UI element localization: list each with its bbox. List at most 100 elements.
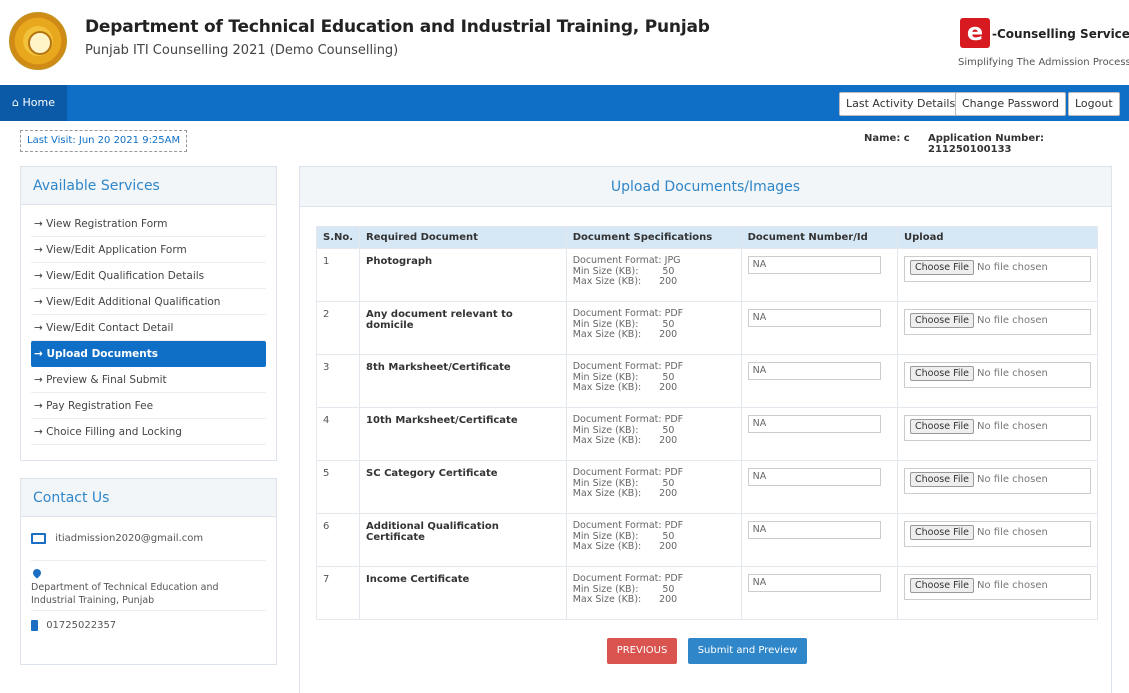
- contact-phone: 01725022357: [46, 620, 117, 631]
- col-document-specifications: Document Specifications: [565, 226, 742, 249]
- spec-max-value: 200: [659, 541, 678, 552]
- arrow-right-icon: →: [34, 218, 47, 230]
- file-status: No file chosen: [977, 527, 1048, 538]
- document-number-input[interactable]: NA: [747, 521, 881, 539]
- last-visit-badge: Last Visit: Jun 20 2021 9:25AM: [20, 130, 188, 152]
- document-number-input[interactable]: NA: [747, 256, 881, 274]
- services-list: → View Registration Form → View/Edit Appl…: [21, 205, 276, 445]
- sidebar-item-label: View Registration Form: [46, 218, 168, 230]
- row-document-name: Additional Qualification Certificate: [359, 513, 567, 567]
- contact-email-row: itiadmission2020@gmail.com: [31, 517, 266, 561]
- document-number-input[interactable]: NA: [747, 415, 881, 433]
- spec-min-label: Min Size (KB):: [572, 424, 639, 436]
- sidebar-item[interactable]: → View/Edit Qualification Details: [31, 263, 266, 289]
- choose-file-button[interactable]: Choose File: [910, 260, 974, 275]
- sidebar-item-label: View/Edit Contact Detail: [46, 322, 174, 334]
- choose-file-button[interactable]: Choose File: [910, 578, 974, 593]
- choose-file-button[interactable]: Choose File: [910, 525, 974, 540]
- row-document-name: 8th Marksheet/Certificate: [359, 354, 567, 408]
- spec-format-label: Document Format:: [572, 361, 662, 372]
- last-activity-button[interactable]: Last Activity Details: [839, 92, 963, 116]
- brand-logo: e -Counselling Services Simplifying The …: [958, 16, 1129, 76]
- choose-file-button[interactable]: Choose File: [910, 472, 974, 487]
- file-input[interactable]: Choose File No file chosen: [904, 468, 1091, 494]
- previous-button[interactable]: PREVIOUS: [607, 638, 677, 664]
- top-navbar: ⌂ Home Last Activity Details Change Pass…: [0, 85, 1129, 121]
- submit-preview-button[interactable]: Submit and Preview: [688, 638, 807, 664]
- spec-max-label: Max Size (KB):: [572, 382, 642, 393]
- row-document-name: 10th Marksheet/Certificate: [359, 407, 567, 461]
- document-number-input[interactable]: NA: [747, 309, 881, 327]
- upload-panel: Upload Documents/Images S.No. Required D…: [299, 166, 1112, 693]
- file-input[interactable]: Choose File No file chosen: [904, 521, 1091, 547]
- row-specifications: Document Format: PDF Min Size (KB): 50 Max …: [565, 354, 742, 408]
- file-input[interactable]: Choose File No file chosen: [904, 574, 1091, 600]
- choose-file-button[interactable]: Choose File: [910, 419, 974, 434]
- row-upload: Choose File No file chosen: [897, 354, 1098, 408]
- sidebar-item[interactable]: → Upload Documents: [31, 341, 266, 367]
- file-input[interactable]: Choose File No file chosen: [904, 256, 1091, 282]
- col-required-document: Required Document: [359, 226, 567, 249]
- user-name: Name: c: [864, 133, 910, 144]
- services-title: Available Services: [21, 167, 276, 205]
- arrow-right-icon: →: [34, 374, 47, 386]
- row-sno: 6: [315, 513, 361, 567]
- file-input[interactable]: Choose File No file chosen: [904, 415, 1091, 441]
- row-document-number: NA: [740, 407, 899, 461]
- document-number-input[interactable]: NA: [747, 362, 881, 380]
- spec-format-label: Document Format:: [572, 573, 662, 584]
- document-number-input[interactable]: NA: [747, 468, 881, 486]
- col-sno: S.No.: [315, 226, 361, 249]
- col-upload: Upload: [897, 226, 1098, 249]
- sidebar-item[interactable]: → Pay Registration Fee: [31, 393, 266, 419]
- home-link[interactable]: ⌂ Home: [0, 85, 67, 121]
- application-number: Application Number: 211250100133: [928, 133, 1045, 155]
- choose-file-button[interactable]: Choose File: [910, 313, 974, 328]
- file-status: No file chosen: [977, 421, 1048, 432]
- spec-format-value: PDF: [664, 308, 684, 319]
- row-sno: 2: [315, 301, 361, 355]
- sidebar-item[interactable]: → View/Edit Additional Qualification: [31, 289, 266, 315]
- phone-icon: [31, 619, 38, 631]
- spec-max-value: 200: [659, 276, 678, 287]
- arrow-right-icon: →: [34, 348, 47, 360]
- documents-table: S.No. Required Document Document Specifi…: [315, 226, 1098, 620]
- spec-min-label: Min Size (KB):: [572, 318, 639, 330]
- file-input[interactable]: Choose File No file chosen: [904, 362, 1091, 388]
- home-icon: ⌂: [12, 96, 19, 109]
- spec-format-value: JPG: [664, 255, 681, 266]
- arrow-right-icon: →: [34, 296, 47, 308]
- file-input[interactable]: Choose File No file chosen: [904, 309, 1091, 335]
- document-number-input[interactable]: NA: [747, 574, 881, 592]
- spec-format-value: PDF: [664, 573, 684, 584]
- row-document-number: NA: [740, 566, 899, 620]
- change-password-button[interactable]: Change Password: [955, 92, 1066, 116]
- file-status: No file chosen: [977, 315, 1048, 326]
- sidebar-item[interactable]: → Preview & Final Submit: [31, 367, 266, 393]
- choose-file-button[interactable]: Choose File: [910, 366, 974, 381]
- sidebar-item-label: View/Edit Application Form: [46, 244, 187, 256]
- sidebar-item[interactable]: → View Registration Form: [31, 211, 266, 237]
- contact-email[interactable]: itiadmission2020@gmail.com: [55, 533, 203, 544]
- sidebar-item[interactable]: → Choice Filling and Locking: [31, 419, 266, 445]
- contact-address-row: Department of Technical Education and In…: [31, 561, 266, 611]
- row-sno: 1: [315, 248, 361, 302]
- row-sno: 5: [315, 460, 361, 514]
- spec-format-value: PDF: [664, 414, 684, 425]
- spec-max-label: Max Size (KB):: [572, 488, 642, 499]
- table-row: 6 Additional Qualification Certificate Doc…: [315, 513, 1098, 567]
- spec-min-label: Min Size (KB):: [572, 530, 639, 542]
- spec-min-label: Min Size (KB):: [572, 371, 639, 383]
- sidebar-item-label: Preview & Final Submit: [46, 374, 167, 386]
- spec-max-label: Max Size (KB):: [572, 329, 642, 340]
- upload-title: Upload Documents/Images: [300, 167, 1111, 207]
- brand-tagline: Simplifying The Admission Process: [958, 57, 1129, 68]
- row-document-number: NA: [740, 301, 899, 355]
- col-document-number: Document Number/Id: [740, 226, 899, 249]
- counselling-subtitle: Punjab ITI Counselling 2021 (Demo Counse…: [85, 43, 399, 58]
- row-specifications: Document Format: JPG Min Size (KB): 50 Max …: [565, 248, 742, 302]
- spec-format-label: Document Format:: [572, 414, 662, 425]
- sidebar-item[interactable]: → View/Edit Contact Detail: [31, 315, 266, 341]
- logout-button[interactable]: Logout: [1068, 92, 1120, 116]
- sidebar-item[interactable]: → View/Edit Application Form: [31, 237, 266, 263]
